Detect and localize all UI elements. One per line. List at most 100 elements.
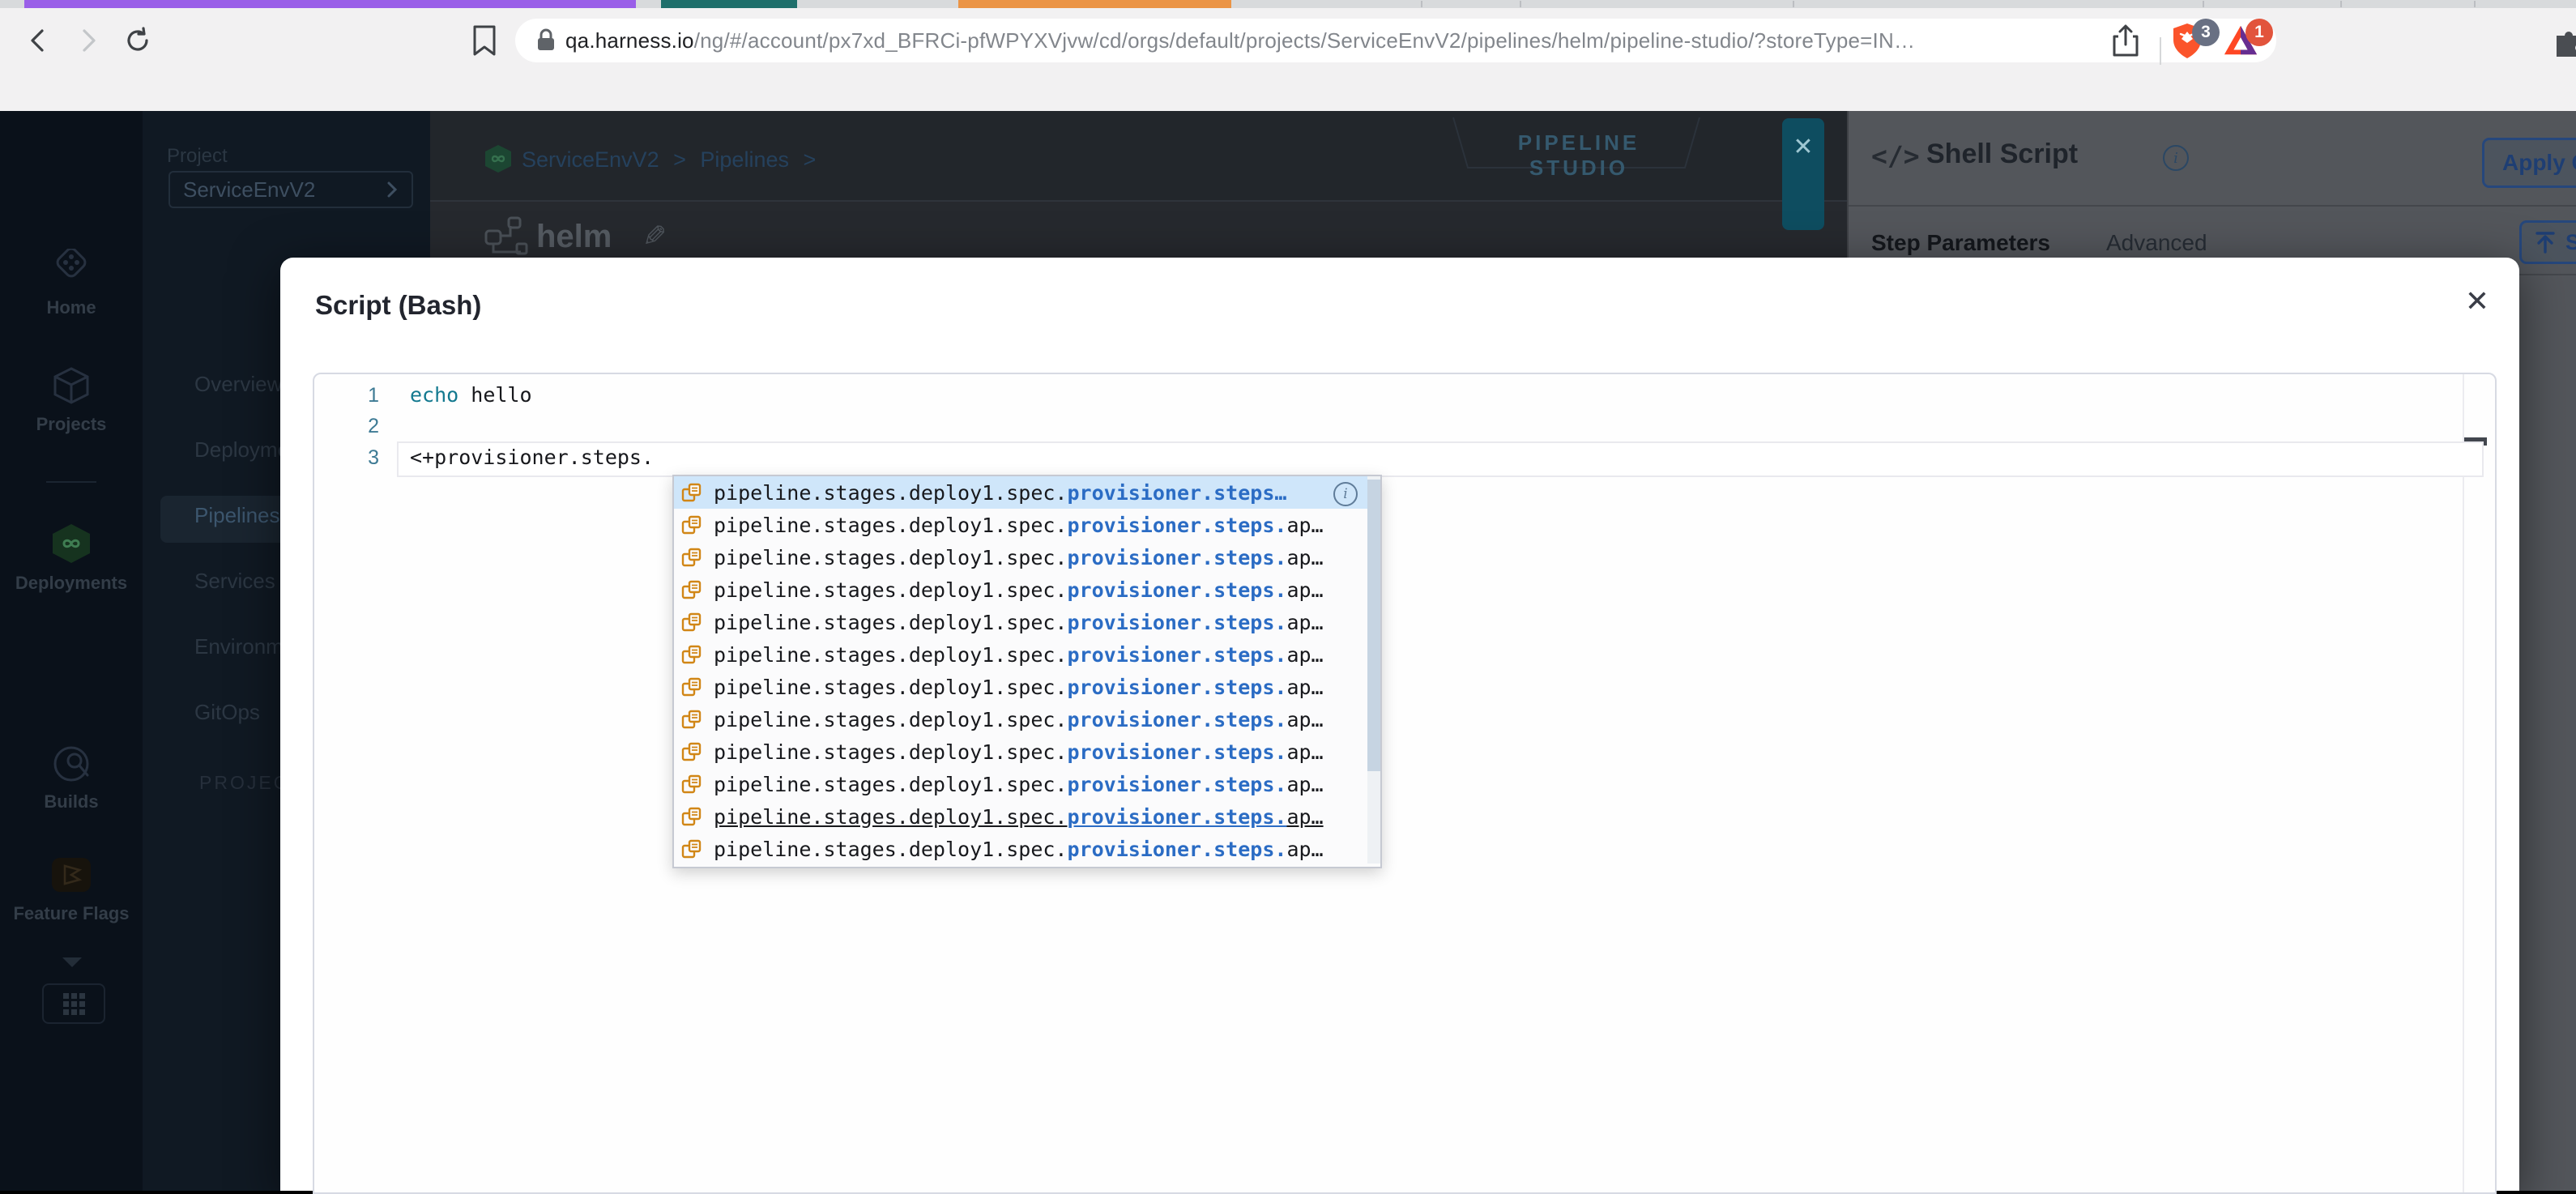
suggestion-match: provisioner.steps.: [1067, 610, 1287, 634]
script-code-editor[interactable]: 1 2 3 echo hello <+provisioner.steps. pi…: [313, 373, 2497, 1194]
pipeline-name: helm: [536, 219, 612, 254]
shields-count-badge: 3: [2192, 19, 2220, 46]
project-nav-item-overview[interactable]: Overview: [194, 372, 282, 397]
breadcrumb: ServiceEnvV2 > Pipelines >: [522, 147, 824, 173]
suggestion-tail: ap…: [1286, 707, 1324, 731]
app-grid-button[interactable]: [42, 983, 105, 1024]
extensions-button[interactable]: [2550, 23, 2576, 58]
toolbar-divider: [2160, 37, 2161, 65]
snippet-icon: [680, 547, 702, 569]
suggestion-item[interactable]: pipeline.stages.deploy1.spec. provisioner…: [674, 703, 1380, 736]
snippet-icon: [680, 774, 702, 795]
sidebar-expand-chevron-icon[interactable]: [60, 953, 84, 975]
breadcrumb-pipelines-link[interactable]: Pipelines: [700, 147, 789, 172]
url-bar[interactable]: qa.harness.io/ng/#/account/px7xd_BFRCi-p…: [515, 19, 2276, 62]
project-nav-item-pipelines[interactable]: Pipelines: [194, 503, 280, 528]
sidebar-item-projects[interactable]: Projects: [0, 365, 143, 435]
suggestion-item[interactable]: pipeline.stages.deploy1.spec. provisioner…: [674, 768, 1380, 800]
snippet-icon: [680, 741, 702, 763]
suggestion-item[interactable]: pipeline.stages.deploy1.spec. provisioner…: [674, 671, 1380, 703]
code-line-1: echo hello: [410, 380, 532, 411]
info-icon[interactable]: i: [2163, 145, 2189, 171]
sidebar-item-builds[interactable]: Builds: [0, 744, 143, 812]
pipeline-header-band: ServiceEnvV2 > Pipelines > PIPELINE STUD…: [430, 111, 1847, 230]
project-section-label: Project: [167, 145, 228, 167]
suggestion-item[interactable]: pipeline.stages.deploy1.spec. provisioner…: [674, 800, 1380, 833]
projects-icon: [53, 367, 89, 404]
suggestion-tail: ap…: [1286, 610, 1324, 634]
script-modal: Script (Bash) ✕ 1 2 3 echo hello <+provi…: [280, 258, 2519, 1194]
suggestion-match: provisioner.steps.: [1067, 642, 1287, 667]
suggestion-match: provisioner.steps.: [1067, 772, 1287, 796]
sidebar-divider: [46, 481, 96, 483]
url-path: /ng/#/account/px7xd_BFRCi-pfWPYXVjvw/cd/…: [693, 28, 1916, 53]
snippet-icon: [680, 482, 702, 504]
snippet-icon: [680, 579, 702, 601]
suggestion-tail: ap…: [1286, 675, 1324, 699]
suggestion-item[interactable]: pipeline.stages.deploy1.spec. provisioner…: [674, 833, 1380, 865]
suggestion-match: provisioner.steps.: [1067, 707, 1287, 731]
suggestion-item[interactable]: pipeline.stages.deploy1.spec. provisioner…: [674, 541, 1380, 574]
share-button[interactable]: [2108, 23, 2143, 58]
breadcrumb-project-link[interactable]: ServiceEnvV2: [522, 147, 659, 172]
suggestion-item[interactable]: pipeline.stages.deploy1.spec. provisioner…: [674, 736, 1380, 768]
sidebar-item-deployments[interactable]: Deployments: [0, 522, 143, 594]
forward-icon: [83, 29, 96, 52]
suggestion-item[interactable]: pipeline.stages.deploy1.spec. provisioner…: [674, 476, 1380, 509]
editor-overview-ruler: [2463, 374, 2464, 1192]
apply-changes-button[interactable]: Apply Changes: [2482, 138, 2576, 188]
modal-close-button[interactable]: ✕: [2458, 282, 2497, 321]
suggestion-item[interactable]: pipeline.stages.deploy1.spec. provisioner…: [674, 509, 1380, 541]
project-selector[interactable]: ServiceEnvV2: [168, 171, 413, 208]
tab-divider: [2203, 1, 2204, 7]
suggestion-item[interactable]: pipeline.stages.deploy1.spec. provisioner…: [674, 606, 1380, 638]
suggestion-tail: ap…: [1286, 772, 1324, 796]
forward-button[interactable]: [70, 23, 105, 58]
rewards-count-badge: 1: [2245, 19, 2273, 46]
lock-icon: [536, 28, 556, 53]
browser-tab-strip[interactable]: [0, 0, 2576, 8]
pipeline-icon: [484, 216, 528, 255]
back-icon: [31, 29, 44, 52]
code-keyword: echo: [410, 383, 459, 407]
suggestion-prefix: pipeline.stages.deploy1.spec.: [714, 707, 1068, 731]
suggestion-tail: ap…: [1286, 578, 1324, 602]
save-as-template-button[interactable]: S: [2519, 220, 2576, 264]
suggestion-item[interactable]: pipeline.stages.deploy1.spec. provisioner…: [674, 574, 1380, 606]
app-grid-icon: [63, 993, 85, 1015]
project-nav-item-services[interactable]: Services: [194, 569, 275, 594]
save-as-template-label: S: [2565, 229, 2576, 254]
tab-group-purple: [24, 0, 636, 8]
back-button[interactable]: [21, 23, 57, 58]
edit-pencil-icon[interactable]: ✎: [642, 220, 667, 254]
reload-button[interactable]: [120, 23, 156, 58]
bookmark-button[interactable]: [467, 23, 502, 58]
puzzle-icon: [2557, 32, 2576, 57]
project-nav-item-gitops[interactable]: GitOps: [194, 700, 260, 725]
bookmark-icon: [473, 25, 496, 56]
sidebar-item-home[interactable]: Home: [0, 249, 143, 318]
breadcrumb-separator: >: [673, 147, 686, 172]
upload-icon: [2535, 232, 2555, 254]
suggestion-tail: ap…: [1286, 513, 1324, 537]
dropdown-scrollbar[interactable]: [1367, 476, 1380, 864]
modal-title: Script (Bash): [315, 290, 482, 320]
code-line-3: <+provisioner.steps.: [410, 442, 654, 473]
suggestion-prefix: pipeline.stages.deploy1.spec.: [714, 513, 1068, 537]
suggestion-prefix: pipeline.stages.deploy1.spec.: [714, 740, 1068, 764]
suggestion-match: provisioner.steps…: [1067, 480, 1287, 505]
close-studio-button[interactable]: ✕: [1782, 118, 1824, 230]
sidebar-item-feature-flags[interactable]: Feature Flags: [0, 855, 143, 924]
suggestion-match: provisioner.steps.: [1067, 837, 1287, 861]
suggestion-info-icon[interactable]: i: [1333, 482, 1358, 506]
suggestion-prefix: pipeline.stages.deploy1.spec.: [714, 578, 1068, 602]
tab-advanced[interactable]: Advanced: [2106, 230, 2207, 256]
suggestion-item[interactable]: pipeline.stages.deploy1.spec. provisioner…: [674, 638, 1380, 671]
suggestion-list: pipeline.stages.deploy1.spec. provisioner…: [674, 476, 1380, 865]
suggestion-prefix: pipeline.stages.deploy1.spec.: [714, 610, 1068, 634]
dropdown-scrollbar-thumb[interactable]: [1367, 480, 1380, 771]
chevron-right-icon: [387, 181, 398, 198]
project-selector-value: ServiceEnvV2: [183, 177, 316, 202]
tab-step-parameters[interactable]: Step Parameters: [1871, 230, 2050, 256]
suggestion-tail: ap…: [1286, 804, 1324, 829]
